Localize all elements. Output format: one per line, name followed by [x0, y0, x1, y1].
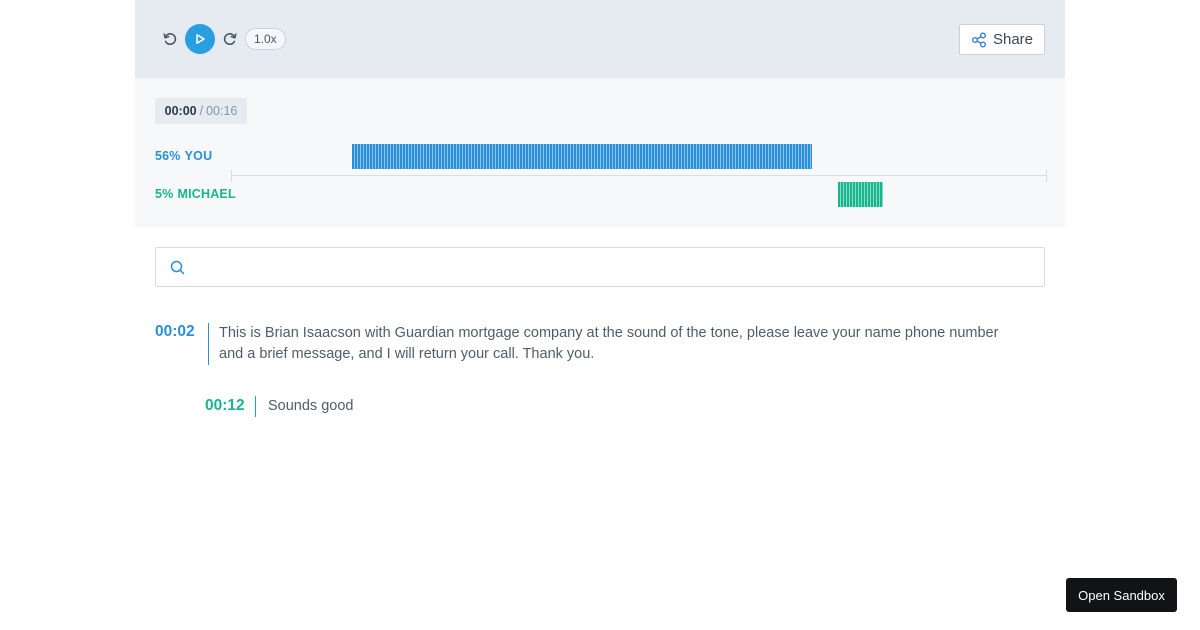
transcript-timestamp[interactable]: 00:02 [155, 322, 208, 365]
rewind-button[interactable] [157, 24, 183, 54]
speaker-percent: 56% [155, 149, 181, 163]
total-time: 00:16 [206, 104, 238, 118]
playback-speed-button[interactable]: 1.0x [245, 28, 286, 50]
share-icon [971, 32, 986, 47]
share-label: Share [992, 31, 1034, 48]
speaker-label-you: 56% YOU [155, 149, 212, 163]
player-toolbar: 1.0x Share [135, 0, 1065, 78]
speaker-waveform-you[interactable] [352, 144, 812, 169]
forward-button[interactable] [217, 24, 243, 54]
play-button[interactable] [185, 24, 215, 54]
speaker-timeline[interactable]: 00:00 / 00:16 56% YOU 5% MICHAEL [135, 78, 1065, 227]
speaker-label-michael: 5% MICHAEL [155, 187, 236, 201]
current-time: 00:00 [164, 104, 197, 118]
speaker-name: YOU [184, 149, 213, 163]
transcript-timestamp[interactable]: 00:12 [205, 396, 255, 417]
timeline-axis [231, 175, 1047, 176]
transcript-entry: 00:12 Sounds good [205, 396, 353, 417]
speaker-percent: 5% [155, 187, 174, 201]
open-sandbox-button[interactable]: Open Sandbox [1066, 578, 1177, 612]
transcript-text: This is Brian Isaacson with Guardian mor… [208, 323, 999, 365]
audio-player: 1.0x Share 00:00 / 00:16 56% YOU 5% MICHAE… [135, 0, 1065, 227]
rewind-icon [163, 33, 177, 46]
search-icon [170, 260, 185, 275]
transcript-entry: 00:02 This is Brian Isaacson with Guardi… [155, 322, 1005, 365]
speaker-waveform-michael[interactable] [838, 182, 883, 207]
time-display: 00:00 / 00:16 [155, 98, 247, 124]
transcript-search [155, 247, 1045, 287]
forward-icon [223, 33, 237, 46]
transcript-text: Sounds good [255, 396, 353, 417]
timeline-start-tick [231, 170, 232, 182]
time-separator: / [199, 104, 204, 118]
timeline-end-tick [1046, 170, 1047, 182]
search-input[interactable] [196, 252, 1030, 282]
share-button[interactable]: Share [959, 24, 1045, 55]
speaker-name: MICHAEL [177, 187, 236, 201]
play-icon [196, 34, 205, 44]
